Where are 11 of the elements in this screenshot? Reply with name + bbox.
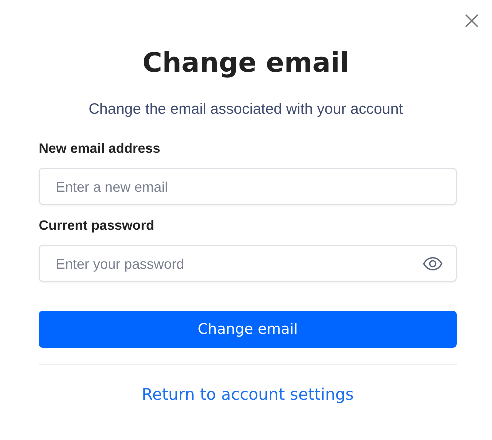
- password-field[interactable]: Enter your password: [39, 245, 457, 282]
- change-email-button[interactable]: Change email: [39, 311, 457, 348]
- close-icon: [465, 14, 479, 28]
- return-link[interactable]: Return to account settings: [142, 384, 354, 406]
- dialog-subtitle: Change the email associated with your account: [88, 100, 404, 120]
- email-field[interactable]: Enter a new email: [39, 168, 457, 205]
- field-label: Current password: [39, 217, 156, 235]
- close-button[interactable]: [465, 14, 479, 30]
- dialog-title: Change email: [142, 47, 350, 81]
- eye-icon[interactable]: [423, 257, 443, 271]
- field-label: New email address: [39, 140, 162, 158]
